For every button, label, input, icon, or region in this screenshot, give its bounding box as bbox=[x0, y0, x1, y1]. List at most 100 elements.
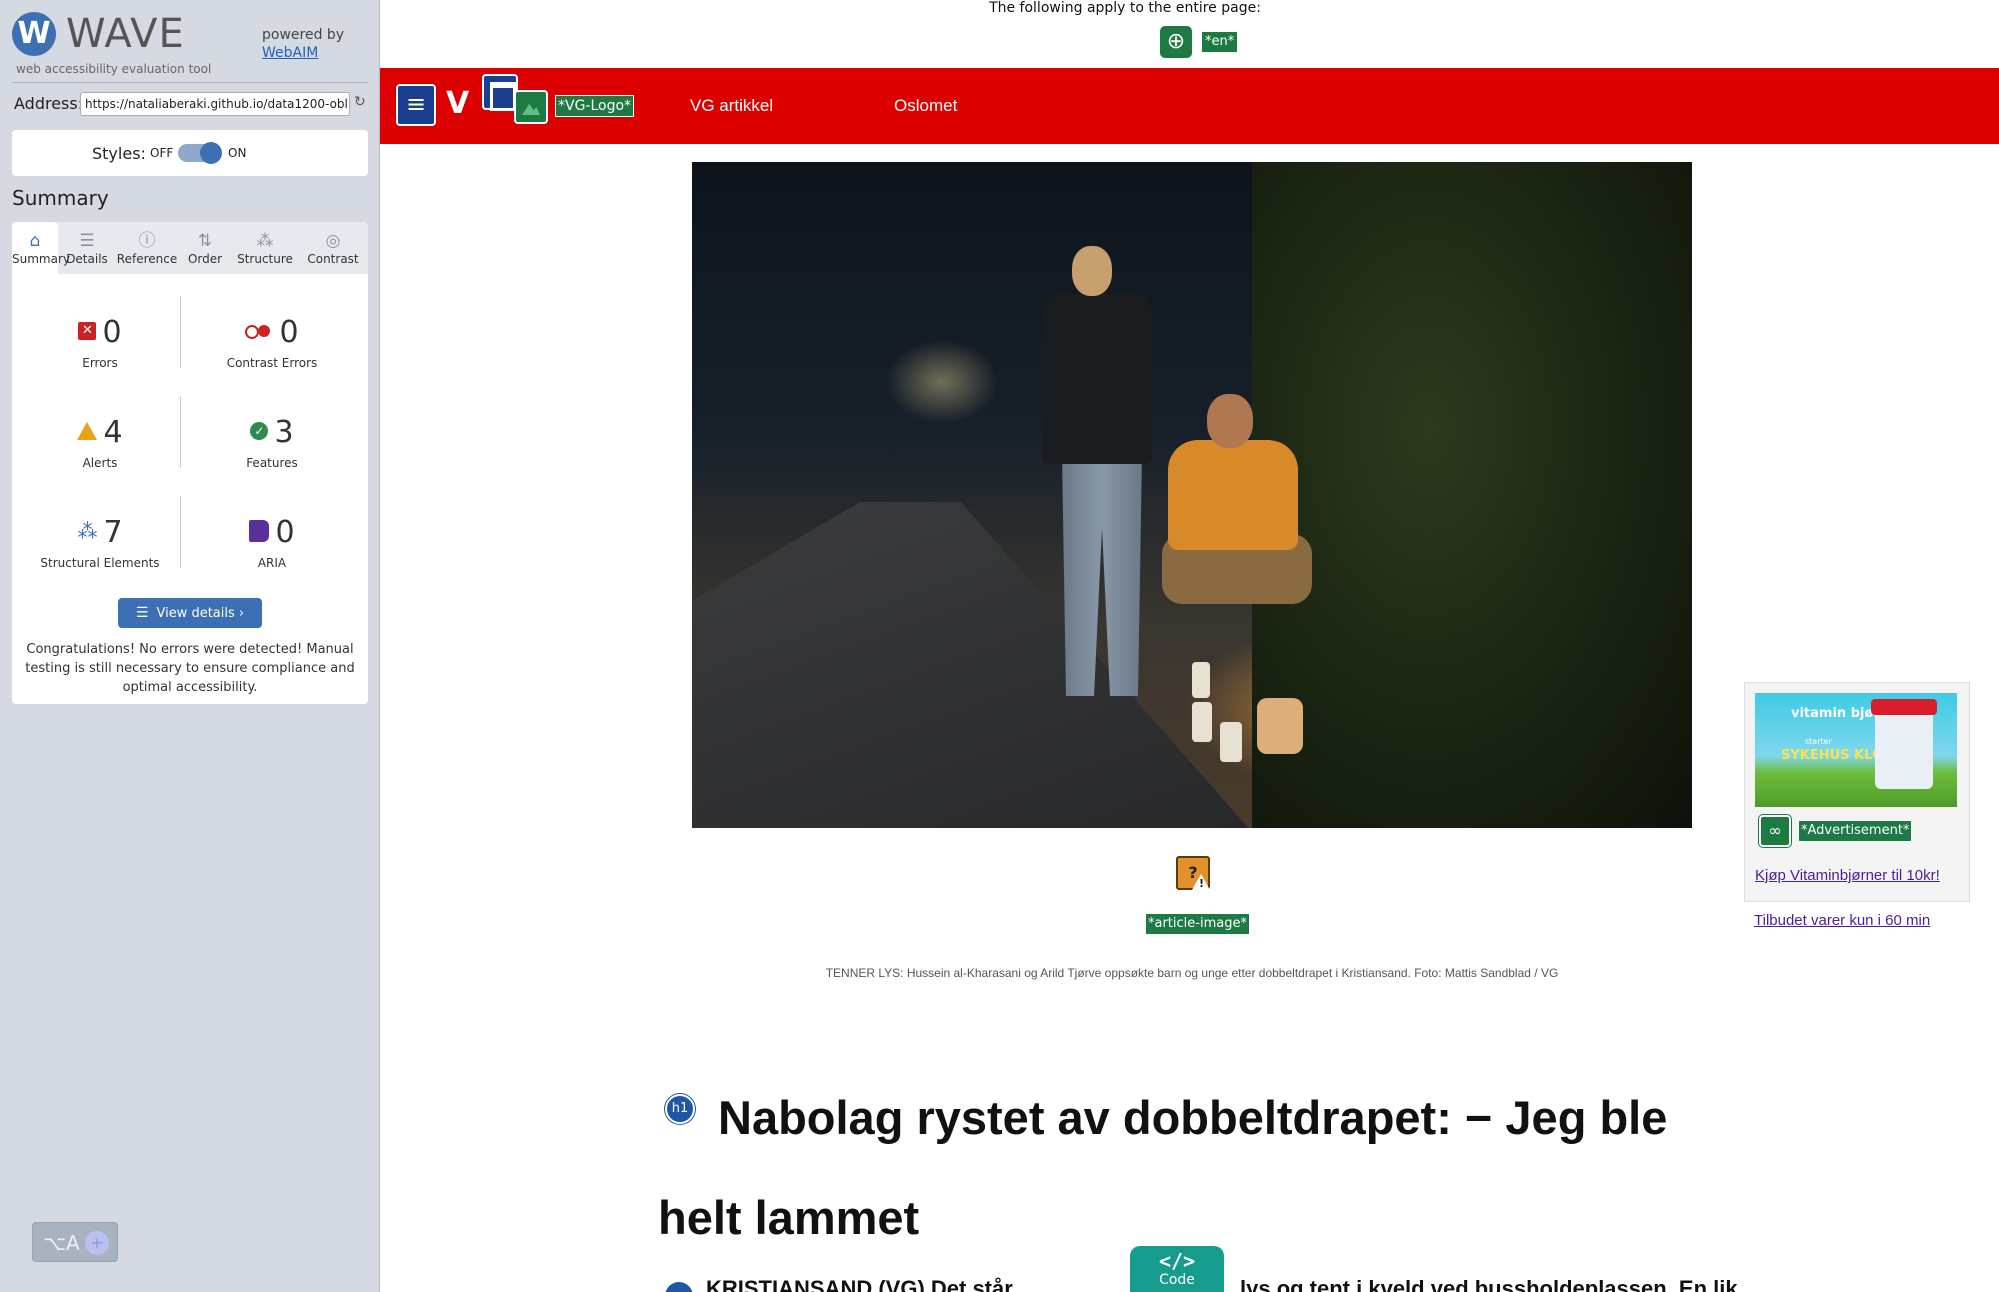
structural-label: Structural Elements bbox=[40, 556, 160, 570]
list-icon: ☰ bbox=[79, 231, 95, 251]
ad-image[interactable]: vitamin bjørner starter SYKEHUS KLOVNENE bbox=[1755, 693, 1957, 807]
tab-contrast[interactable]: ◎ Contrast bbox=[298, 222, 368, 274]
error-icon: ✕ bbox=[78, 321, 97, 340]
photo-detail bbox=[1168, 440, 1298, 550]
toggle-knob bbox=[200, 142, 222, 164]
styles-toggle[interactable] bbox=[178, 142, 222, 164]
tab-summary[interactable]: ⌂ Summary bbox=[12, 222, 70, 274]
stat-errors[interactable]: ✕ 0 Errors bbox=[20, 316, 180, 370]
code-toggle-button[interactable]: </> Code bbox=[1130, 1246, 1224, 1292]
plus-icon: + bbox=[85, 1231, 109, 1255]
features-count: 3 bbox=[274, 415, 294, 450]
code-tab-label: Code bbox=[1159, 1272, 1195, 1288]
h1-badge-icon[interactable]: h1 bbox=[665, 1094, 695, 1124]
contrast-icon: ◎ bbox=[325, 231, 341, 251]
ad-product-lid bbox=[1871, 699, 1937, 715]
navigation-icon[interactable]: ≡ bbox=[396, 84, 436, 126]
aria-icon bbox=[249, 519, 270, 542]
view-details-label: View details › bbox=[156, 606, 245, 621]
photo-candle bbox=[1220, 722, 1242, 762]
photo-person-crouching bbox=[1162, 394, 1312, 614]
contrast-errors-count: 0 bbox=[279, 315, 299, 350]
advertisement: vitamin bjørner starter SYKEHUS KLOVNENE… bbox=[1744, 682, 1970, 902]
wave-logo[interactable]: W WAVE web accessibility evaluation tool… bbox=[12, 12, 372, 80]
site-header: ≡ V *VG-Logo* VG artikkel Oslomet bbox=[380, 68, 1999, 144]
divider bbox=[12, 82, 368, 83]
reload-icon[interactable]: ↻ bbox=[354, 94, 366, 110]
ad-product-jar bbox=[1871, 699, 1937, 789]
features-label: Features bbox=[246, 456, 298, 470]
warning-icon bbox=[1192, 874, 1210, 890]
window-icon[interactable] bbox=[482, 74, 518, 111]
nav-link-oslomet[interactable]: Oslomet bbox=[894, 96, 957, 116]
photo-candle bbox=[1196, 718, 1202, 724]
page-notice: The following apply to the entire page: … bbox=[380, 0, 1999, 68]
link-icon[interactable]: ∞ bbox=[1758, 814, 1792, 848]
stat-features[interactable]: ✓ 3 Features bbox=[192, 415, 352, 471]
alerts-count: 4 bbox=[103, 415, 123, 450]
tab-label: Order bbox=[187, 252, 223, 266]
tab-reference[interactable]: ⓘ Reference bbox=[116, 222, 178, 274]
photo-person-standing bbox=[1032, 246, 1152, 706]
wave-logo-wordmark: WAVE bbox=[66, 11, 185, 57]
tab-details[interactable]: ☰ Details bbox=[58, 222, 116, 274]
structure-icon: ⁂ bbox=[77, 518, 98, 543]
code-icon: </> bbox=[1158, 1249, 1196, 1273]
globe-icon[interactable]: ⊕ bbox=[1160, 26, 1192, 58]
divider bbox=[180, 396, 181, 468]
styles-label: Styles: bbox=[92, 144, 146, 163]
stat-alerts[interactable]: 4 Alerts bbox=[20, 416, 180, 470]
language-badge-text: ⌥A bbox=[43, 1231, 80, 1255]
ad-brand-sub: starter bbox=[1805, 737, 1832, 746]
image-caption: TENNER LYS: Hussein al-Kharasani og Aril… bbox=[825, 966, 1559, 980]
advertisement-alt-tag: *Advertisement* bbox=[1797, 820, 1913, 842]
structural-count: 7 bbox=[103, 515, 123, 550]
language-tag: *en* bbox=[1202, 32, 1238, 52]
wave-logo-icon: W bbox=[12, 12, 56, 56]
panel-tabs: ⌂ Summary ☰ Details ⓘ Reference ⇅ Order … bbox=[12, 222, 368, 274]
tab-label: Contrast bbox=[307, 252, 359, 266]
styles-on-label: ON bbox=[228, 146, 247, 160]
offer-link[interactable]: Tilbudet varer kun i 60 min bbox=[1754, 912, 1930, 929]
language-extension-button[interactable]: ⌥A + bbox=[32, 1222, 118, 1262]
powered-by-text: powered by bbox=[262, 27, 345, 43]
stat-structural[interactable]: ⁂ 7 Structural Elements bbox=[20, 515, 180, 571]
home-icon: ⌂ bbox=[29, 231, 41, 251]
vg-logo-alt-tag: *VG-Logo* bbox=[554, 95, 635, 117]
errors-label: Errors bbox=[82, 356, 118, 370]
list-icon: ☰ bbox=[135, 605, 149, 621]
address-bar: Address: https://nataliaberaki.github.io… bbox=[14, 92, 368, 116]
tab-order[interactable]: ⇅ Order bbox=[178, 222, 232, 274]
image-icon[interactable] bbox=[514, 90, 548, 124]
contrast-errors-label: Contrast Errors bbox=[226, 356, 318, 370]
tab-structure[interactable]: ⁂ Structure bbox=[232, 222, 298, 274]
tab-label: Details bbox=[66, 252, 108, 266]
article-image-alt-tag: *article-image* bbox=[1145, 913, 1250, 935]
article-image bbox=[692, 162, 1692, 828]
wave-tagline: web accessibility evaluation tool bbox=[16, 62, 212, 76]
nav-link-vg-artikkel[interactable]: VG artikkel bbox=[690, 96, 773, 116]
styles-off-label: OFF bbox=[150, 146, 174, 160]
photo-bushes bbox=[1252, 162, 1692, 828]
paragraph-badge-icon[interactable] bbox=[665, 1282, 693, 1292]
photo-detail bbox=[1062, 456, 1142, 696]
stat-contrast-errors[interactable]: 0 Contrast Errors bbox=[192, 315, 352, 371]
tab-label: Reference bbox=[116, 252, 178, 266]
aria-count: 0 bbox=[275, 515, 295, 550]
photo-detail bbox=[1072, 246, 1112, 296]
address-label: Address: bbox=[14, 94, 84, 113]
webaim-link[interactable]: WebAIM bbox=[262, 44, 344, 62]
ad-buy-link[interactable]: Kjøp Vitaminbjørner til 10kr! bbox=[1755, 867, 1940, 884]
structure-icon: ⁂ bbox=[256, 231, 274, 251]
page-notice-text: The following apply to the entire page: bbox=[989, 0, 1261, 16]
photo-candle bbox=[1192, 662, 1210, 698]
photo-detail bbox=[1042, 294, 1152, 464]
photo-candle bbox=[1192, 702, 1212, 742]
tab-label: Structure bbox=[237, 252, 293, 266]
view-details-button[interactable]: ☰ View details › bbox=[118, 598, 262, 628]
contrast-error-icon bbox=[245, 324, 273, 339]
stat-aria[interactable]: 0 ARIA bbox=[192, 516, 352, 570]
address-input[interactable]: https://nataliaberaki.github.io/data1200… bbox=[80, 92, 350, 116]
info-icon: ⓘ bbox=[138, 231, 156, 251]
order-icon: ⇅ bbox=[197, 231, 213, 251]
